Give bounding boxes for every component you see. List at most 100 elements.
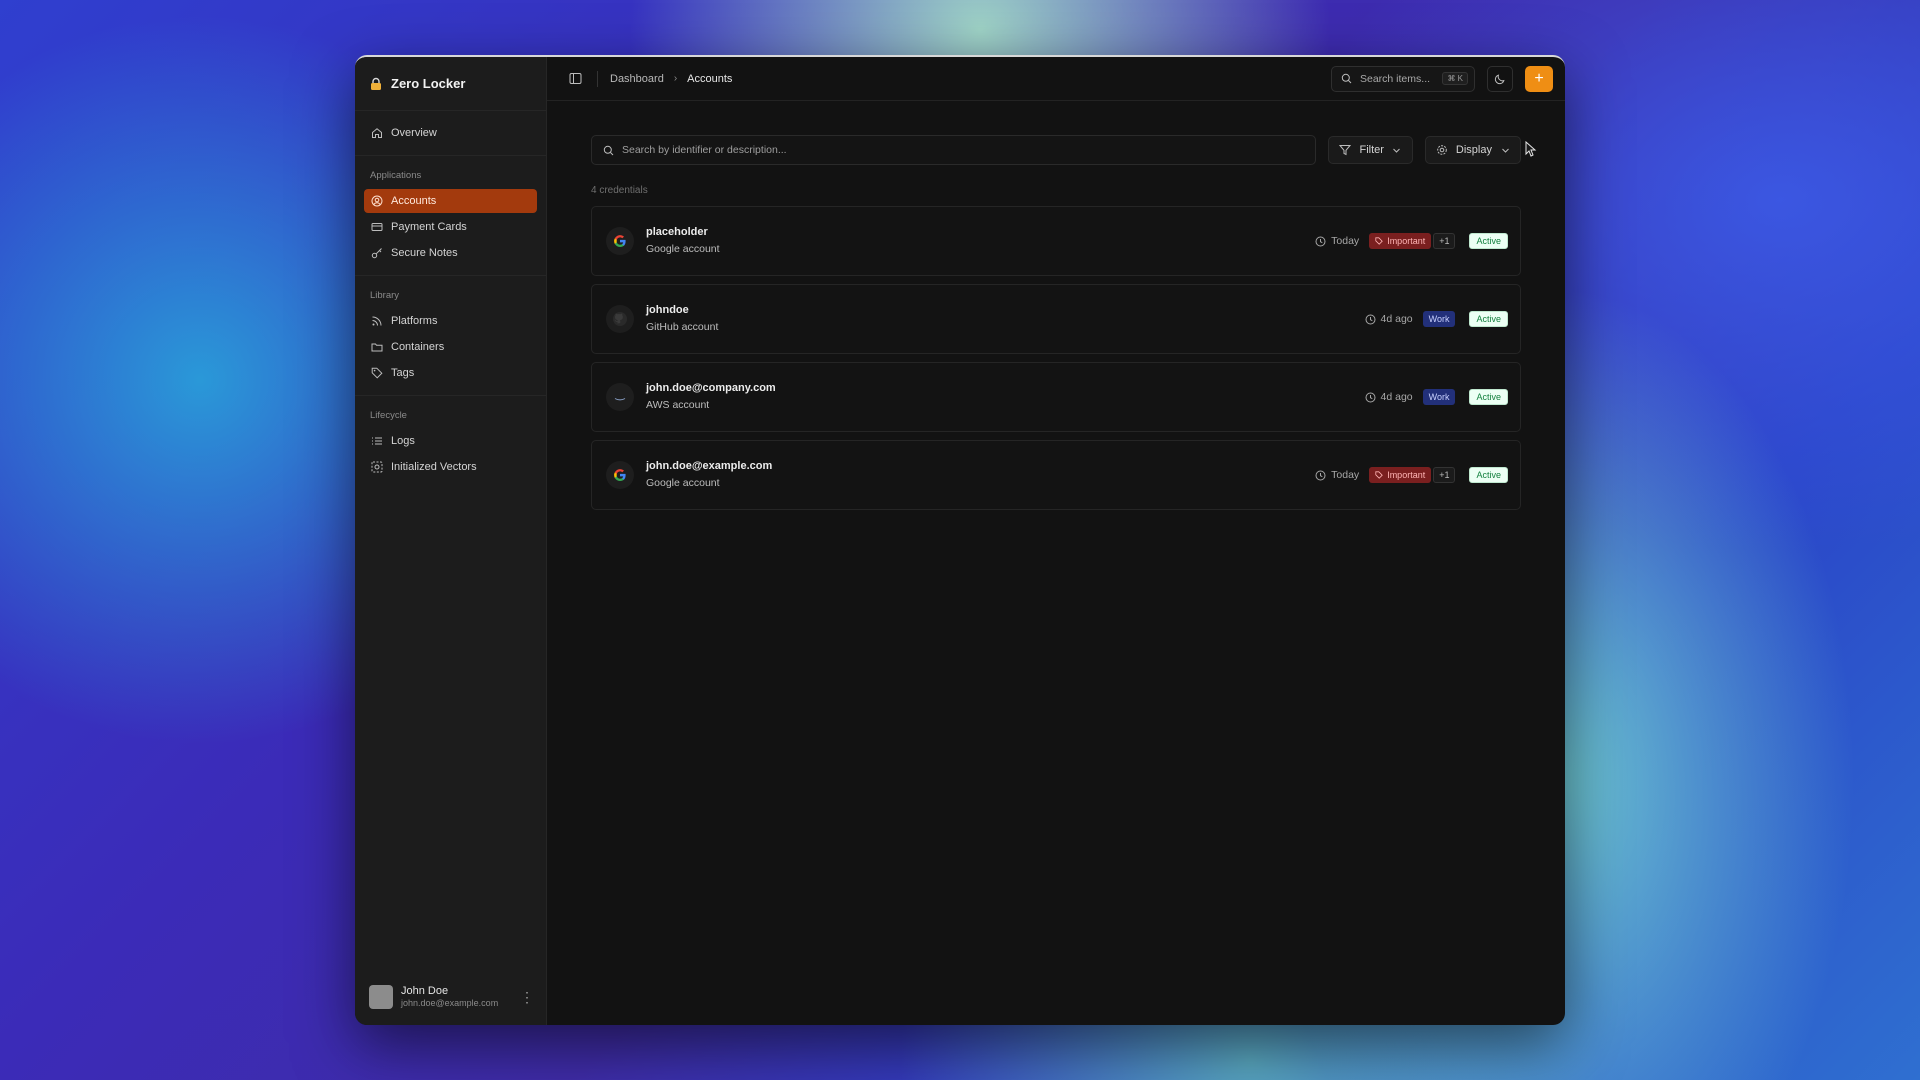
- mouse-cursor-icon: [1525, 140, 1539, 157]
- divider: [597, 70, 598, 87]
- sidebar-item-payment-cards[interactable]: Payment Cards: [364, 215, 537, 239]
- breadcrumb-dashboard[interactable]: Dashboard: [610, 73, 664, 85]
- sidebar-item-tags[interactable]: Tags: [364, 361, 537, 385]
- credential-meta: Today Important +1 Active: [1315, 233, 1508, 249]
- app-title: Zero Locker: [391, 76, 466, 91]
- sidebar-item-label: Accounts: [391, 195, 437, 207]
- credential-row[interactable]: john.doe@company.com AWS account 4d ago …: [591, 362, 1521, 432]
- sidebar-item-platforms[interactable]: Platforms: [364, 309, 537, 333]
- tag-more-badge[interactable]: +1: [1433, 233, 1456, 249]
- search-placeholder: Search by identifier or description...: [622, 144, 787, 156]
- clock-icon: [1365, 314, 1376, 324]
- credential-row[interactable]: placeholder Google account Today Importa…: [591, 206, 1521, 276]
- last-used: Today: [1315, 469, 1359, 481]
- search-icon: [1340, 73, 1352, 85]
- sidebar-item-overview[interactable]: Overview: [364, 121, 537, 145]
- breadcrumb-accounts: Accounts: [687, 72, 733, 85]
- lock-icon: [369, 77, 383, 91]
- last-used: 4d ago: [1365, 313, 1413, 325]
- user-email: john.doe@example.com: [401, 998, 499, 1009]
- sidebar-item-initialized-vectors[interactable]: Initialized Vectors: [364, 455, 537, 479]
- add-button[interactable]: +: [1525, 65, 1553, 92]
- section-label: Applications: [370, 170, 422, 181]
- vector-icon: [371, 461, 383, 473]
- tag-icon: [371, 367, 383, 379]
- status-badge: Active: [1469, 233, 1508, 249]
- credential-description: Google account: [646, 477, 720, 490]
- clock-icon: [1365, 392, 1376, 402]
- sidebar-item-label: Overview: [391, 127, 437, 139]
- sidebar-item-logs[interactable]: Logs: [364, 429, 537, 453]
- sidebar-toggle-icon[interactable]: [565, 69, 585, 89]
- credential-meta: 4d ago Work Active: [1365, 389, 1508, 405]
- github-icon: [606, 305, 634, 333]
- credential-list: placeholder Google account Today Importa…: [591, 206, 1521, 510]
- user-name: John Doe: [401, 985, 449, 997]
- credential-search-input[interactable]: Search by identifier or description...: [591, 135, 1317, 165]
- time-text: Today: [1331, 469, 1360, 481]
- filter-label: Filter: [1359, 144, 1384, 156]
- app-window: Zero Locker Overview Applications Accoun…: [355, 55, 1565, 1025]
- tag-badge[interactable]: Important: [1369, 467, 1432, 483]
- tag-badge[interactable]: Important: [1369, 233, 1432, 249]
- topbar: Dashboard › Accounts Search items... ⌘ K…: [547, 57, 1565, 101]
- sidebar-item-accounts[interactable]: Accounts: [364, 189, 537, 213]
- list-toolbar: Search by identifier or description... F…: [591, 135, 1521, 165]
- sidebar-item-label: Tags: [391, 367, 415, 379]
- credential-row[interactable]: john.doe@example.com Google account Toda…: [591, 440, 1521, 510]
- credential-text: john.doe@example.com Google account: [646, 458, 1315, 492]
- key-icon: [371, 247, 383, 259]
- chevron-down-icon: [1392, 145, 1402, 155]
- sidebar-item-label: Payment Cards: [391, 221, 467, 233]
- credential-description: AWS account: [646, 399, 710, 412]
- credential-text: john.doe@company.com AWS account: [646, 380, 1365, 414]
- sidebar-item-label: Logs: [391, 435, 415, 447]
- status-badge: Active: [1469, 467, 1508, 483]
- display-label: Display: [1455, 144, 1492, 156]
- google-icon: [606, 227, 634, 255]
- sidebar-item-secure-notes[interactable]: Secure Notes: [364, 241, 537, 265]
- credential-meta: Today Important +1 Active: [1315, 467, 1508, 483]
- theme-toggle-button[interactable]: [1487, 65, 1513, 92]
- sidebar: Zero Locker Overview Applications Accoun…: [355, 57, 547, 1025]
- global-search-input[interactable]: Search items... ⌘ K: [1331, 65, 1475, 92]
- tag-label: Important: [1387, 470, 1426, 480]
- gear-icon: [1436, 144, 1448, 156]
- credential-identifier: john.doe@company.com: [646, 381, 776, 394]
- sidebar-item-label: Containers: [391, 341, 445, 353]
- brand[interactable]: Zero Locker: [355, 57, 546, 111]
- search-placeholder: Search items...: [1360, 72, 1431, 85]
- moon-icon: [1494, 73, 1505, 84]
- tag-more-badge[interactable]: +1: [1433, 467, 1456, 483]
- nav-section-lifecycle: Lifecycle Logs Initialized Vectors: [355, 396, 546, 489]
- credential-count: 4 credentials: [591, 185, 648, 196]
- section-label: Library: [370, 290, 400, 301]
- credential-meta: 4d ago Work Active: [1365, 311, 1508, 327]
- display-button[interactable]: Display: [1424, 136, 1521, 164]
- user-info: John Doe john.doe@example.com: [401, 985, 512, 1009]
- list-icon: [371, 435, 383, 447]
- nav-section-applications: Applications Accounts Payment Cards Secu…: [355, 156, 546, 276]
- tag-icon: [1375, 237, 1383, 245]
- credential-row[interactable]: johndoe GitHub account 4d ago Work Activ…: [591, 284, 1521, 354]
- user-menu[interactable]: John Doe john.doe@example.com ⋮: [355, 969, 546, 1025]
- tag-badge[interactable]: Work: [1422, 311, 1456, 327]
- clock-icon: [1315, 236, 1326, 246]
- more-vertical-icon[interactable]: ⋮: [520, 989, 534, 1006]
- last-used: 4d ago: [1365, 391, 1413, 403]
- content: Search by identifier or description... F…: [547, 101, 1565, 518]
- last-used: Today: [1315, 235, 1359, 247]
- breadcrumb: Dashboard › Accounts: [610, 73, 732, 85]
- folder-icon: [371, 341, 383, 353]
- sidebar-item-label: Initialized Vectors: [391, 461, 477, 473]
- tag-label: Important: [1387, 236, 1426, 246]
- filter-button[interactable]: Filter: [1328, 136, 1413, 164]
- nav-overview-block: Overview: [355, 111, 546, 156]
- chevron-down-icon: [1500, 145, 1510, 155]
- sidebar-item-containers[interactable]: Containers: [364, 335, 537, 359]
- credential-text: placeholder Google account: [646, 224, 1315, 258]
- tag-badge[interactable]: Work: [1422, 389, 1456, 405]
- user-circle-icon: [371, 195, 383, 207]
- credential-identifier: johndoe: [646, 303, 689, 316]
- time-text: 4d ago: [1380, 391, 1413, 403]
